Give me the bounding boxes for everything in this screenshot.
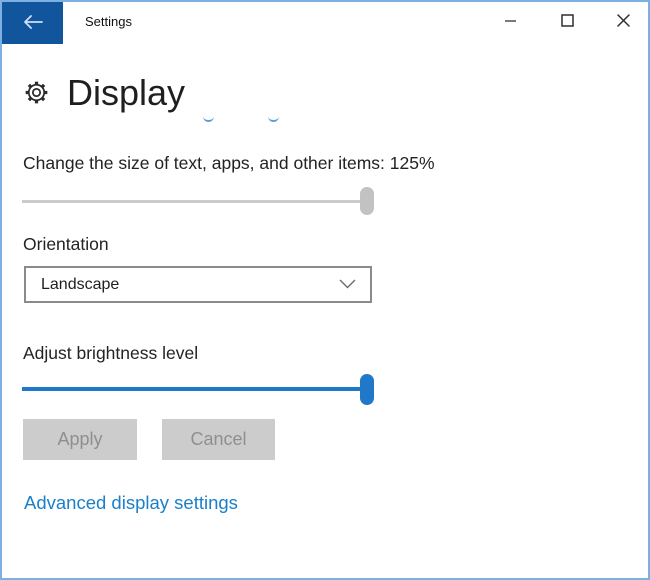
back-button[interactable] [2,2,63,44]
maximize-icon [560,14,574,30]
page-title: Display [67,72,186,113]
back-arrow-icon [23,14,43,32]
close-icon [616,14,630,30]
apply-button[interactable]: Apply [23,419,137,460]
brightness-slider[interactable] [22,374,374,405]
brightness-slider-thumb[interactable] [360,374,374,405]
minimize-button[interactable] [494,6,528,38]
cancel-button[interactable]: Cancel [162,419,275,460]
chevron-down-icon [339,276,356,294]
scaling-label: Change the size of text, apps, and other… [23,153,435,173]
clipped-link-fragment [268,116,279,122]
brightness-label: Adjust brightness level [23,343,199,363]
minimize-icon [505,15,517,30]
clipped-link-fragment [203,116,214,122]
window-title: Settings [85,14,132,29]
titlebar[interactable]: Settings [2,2,648,44]
gear-icon [24,80,49,110]
page-header: Display [24,74,185,112]
maximize-button[interactable] [550,6,584,38]
orientation-selected-value: Landscape [41,275,120,293]
settings-window: Settings Display Change the size of text… [0,0,650,580]
orientation-dropdown[interactable]: Landscape [24,266,372,303]
close-button[interactable] [606,6,640,38]
advanced-display-settings-link[interactable]: Advanced display settings [24,492,238,514]
scaling-slider-track[interactable] [22,200,374,203]
orientation-label: Orientation [23,234,109,254]
scaling-slider-thumb[interactable] [360,187,374,215]
brightness-slider-track[interactable] [22,387,374,391]
scaling-slider[interactable] [22,186,374,216]
